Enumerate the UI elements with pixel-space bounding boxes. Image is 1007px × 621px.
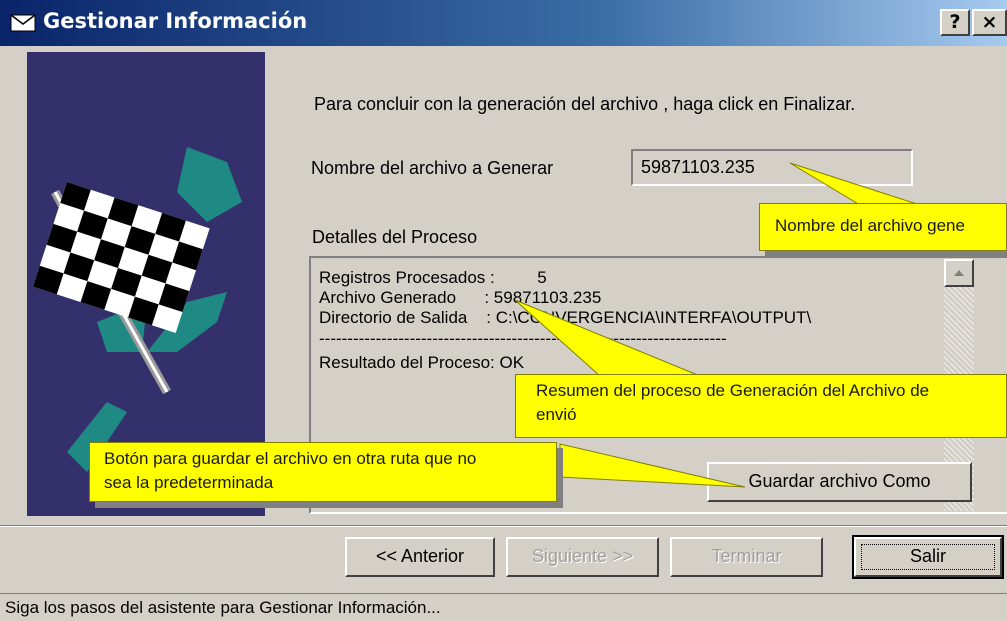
summary-callout-line2: envió [536,405,577,424]
save-callout-line2: sea la predeterminada [104,473,274,492]
exit-button[interactable]: Salir [852,535,1004,579]
details-line-separator: ----------------------------------------… [319,329,727,348]
details-label: Detalles del Proceso [312,227,478,247]
status-text: Siga los pasos del asistente para Gestio… [5,598,441,617]
save-callout-line1: Botón para guardar el archivo en otra ru… [104,449,477,468]
window-title: Gestionar Información [43,9,308,33]
filename-callout-text: Nombre del archivo gene [775,216,965,235]
details-line-result: Resultado del Proceso: OK [319,353,525,372]
filename-label: Nombre del archivo a Generar [311,158,554,178]
save-as-button[interactable]: Guardar archivo Como [707,462,972,502]
title-bar: Gestionar Información ? × [0,0,1007,46]
scroll-up-button[interactable] [944,259,974,287]
previous-button[interactable]: << Anterior [345,537,495,577]
details-line-records: Registros Procesados : 5 [319,268,547,287]
summary-callout-line1: Resumen del proceso de Generación del Ar… [536,381,930,400]
details-line-directory: Directorio de Salida : C:\CONVERGENCIA\I… [319,308,812,327]
filename-value: 59871103.235 [641,157,755,177]
summary-callout: Resumen del proceso de Generación del Ar… [515,374,1007,438]
filename-callout: Nombre del archivo gene [759,203,1007,251]
save-callout: Botón para guardar el archivo en otra ru… [89,442,557,502]
envelope-icon [10,13,36,37]
close-button[interactable]: × [972,9,1007,36]
status-bar: Siga los pasos del asistente para Gestio… [0,593,1007,621]
focus-indicator [861,544,995,570]
separator-line [0,525,1007,527]
help-button[interactable]: ? [940,9,970,36]
finish-button[interactable]: Terminar [670,537,823,577]
scroll-up-arrow-icon [954,270,964,276]
filename-field[interactable]: 59871103.235 [631,149,913,186]
details-line-file: Archivo Generado : 59871103.235 [319,288,602,307]
next-button[interactable]: Siguiente >> [506,537,659,577]
instruction-text: Para concluir con la generación del arch… [314,94,856,114]
